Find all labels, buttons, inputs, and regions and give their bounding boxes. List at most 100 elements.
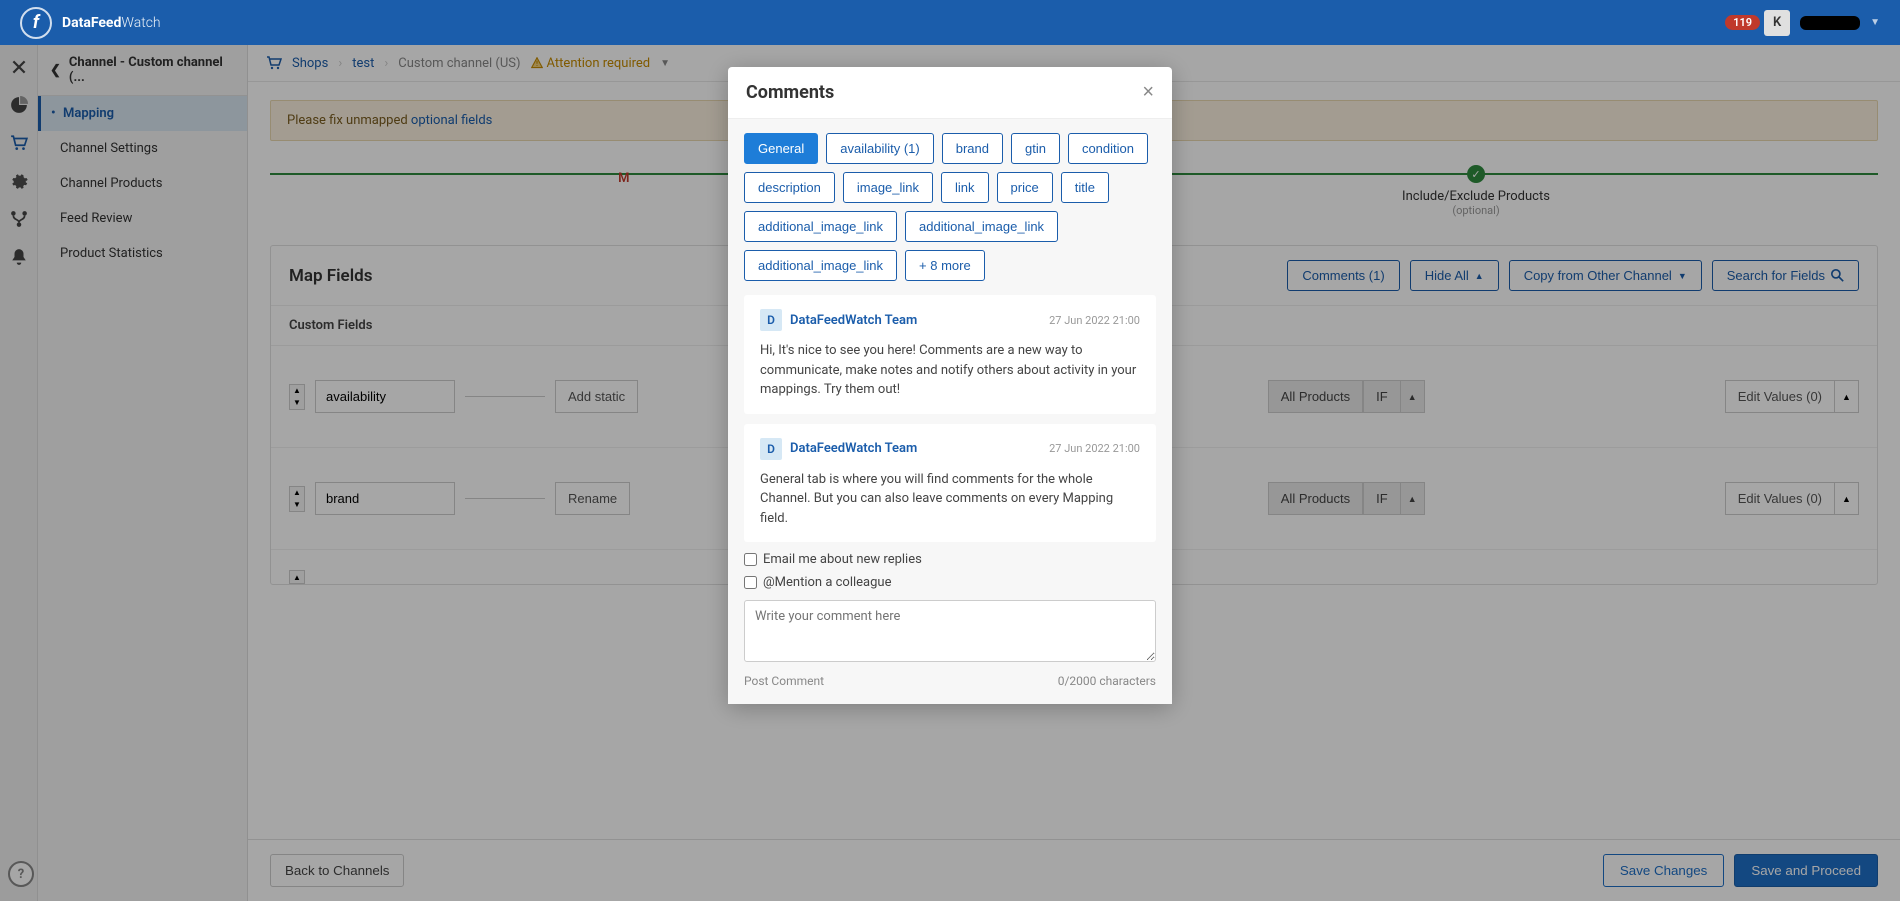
mention-colleague-checkbox[interactable]: @Mention a colleague [744, 575, 1156, 590]
help-button[interactable]: ? [8, 861, 34, 887]
field-order-stepper[interactable]: ▲ ▼ [289, 384, 305, 410]
tag-additional-image-link[interactable]: additional_image_link [905, 211, 1058, 242]
field-order-stepper[interactable]: ▲ ▼ [289, 486, 305, 512]
step-up-icon[interactable]: ▲ [290, 571, 304, 583]
cart-icon [266, 55, 282, 71]
hide-all-button[interactable]: Hide All ▲ [1410, 260, 1499, 291]
tag-link[interactable]: link [941, 172, 989, 203]
field-order-stepper[interactable]: ▲ [289, 570, 305, 584]
brand-logo[interactable]: f DataFeedWatch [20, 7, 161, 39]
field-name-input[interactable] [315, 380, 455, 413]
back-to-channels-button[interactable]: Back to Channels [270, 854, 404, 887]
bell-icon[interactable] [9, 247, 29, 267]
char-count: 0/2000 characters [1058, 674, 1156, 688]
edit-values-button[interactable]: Edit Values (0) [1725, 482, 1835, 515]
comment-tag-list: General availability (1) brand gtin cond… [744, 133, 1156, 281]
comment-timestamp: 27 Jun 2022 21:00 [1049, 314, 1140, 327]
edit-values-button[interactable]: Edit Values (0) [1725, 380, 1835, 413]
close-icon[interactable] [9, 57, 29, 77]
comment-body: General tab is where you will find comme… [760, 470, 1140, 529]
cart-icon[interactable] [9, 133, 29, 153]
logo-icon: f [20, 7, 52, 39]
attention-warning: Attention required [531, 56, 651, 71]
if-button[interactable]: IF [1363, 482, 1401, 515]
sidebar-item-channel-settings[interactable]: Channel Settings [38, 131, 247, 166]
progress-step-include: Include/Exclude Products [1402, 189, 1550, 204]
tag-condition[interactable]: condition [1068, 133, 1148, 164]
breadcrumb-shops[interactable]: Shops [292, 56, 328, 71]
notification-badge[interactable]: 119 [1725, 15, 1760, 30]
edit-caret-button[interactable]: ▲ [1835, 380, 1859, 413]
checkbox-input[interactable] [744, 576, 757, 589]
tag-additional-image-link[interactable]: additional_image_link [744, 211, 897, 242]
filter-button[interactable]: All Products [1268, 380, 1363, 413]
comment-timestamp: 27 Jun 2022 21:00 [1049, 442, 1140, 455]
comment-avatar: D [760, 309, 782, 331]
filter-caret-button[interactable]: ▲ [1401, 380, 1425, 413]
gear-icon[interactable] [9, 171, 29, 191]
step-down-icon[interactable]: ▼ [290, 499, 304, 511]
sidebar-item-feed-review[interactable]: Feed Review [38, 201, 247, 236]
sidebar-item-channel-products[interactable]: Channel Products [38, 166, 247, 201]
breadcrumb-dropdown-icon[interactable]: ▼ [660, 58, 670, 69]
sidebar-item-mapping[interactable]: Mapping [38, 96, 247, 131]
step-up-icon[interactable]: ▲ [290, 385, 304, 397]
tag-availability[interactable]: availability (1) [826, 133, 933, 164]
field-action-button[interactable]: Add static [555, 380, 638, 413]
comment-item: D DataFeedWatch Team 27 Jun 2022 21:00 H… [744, 295, 1156, 414]
branch-icon[interactable] [9, 209, 29, 229]
icon-rail [0, 45, 38, 901]
tag-gtin[interactable]: gtin [1011, 133, 1060, 164]
tag-description[interactable]: description [744, 172, 835, 203]
progress-step-map: M [618, 171, 629, 186]
filter-button[interactable]: All Products [1268, 482, 1363, 515]
save-changes-button[interactable]: Save Changes [1603, 854, 1724, 887]
sidebar-back[interactable]: ❮ Channel - Custom channel (... [38, 45, 247, 96]
tag-additional-image-link[interactable]: additional_image_link [744, 250, 897, 281]
comment-textarea[interactable] [744, 600, 1156, 662]
tag-general[interactable]: General [744, 133, 818, 164]
edit-caret-button[interactable]: ▲ [1835, 482, 1859, 515]
tag-image-link[interactable]: image_link [843, 172, 933, 203]
copy-from-channel-button[interactable]: Copy from Other Channel ▼ [1509, 260, 1702, 291]
optional-fields-link[interactable]: optional fields [411, 113, 492, 128]
user-name [1800, 16, 1860, 30]
tag-price[interactable]: price [997, 172, 1053, 203]
user-menu-caret-icon[interactable]: ▼ [1870, 17, 1880, 28]
caret-up-icon: ▲ [1475, 271, 1484, 281]
sidebar-title: Channel - Custom channel (... [69, 55, 235, 85]
step-up-icon[interactable]: ▲ [290, 487, 304, 499]
tag-title[interactable]: title [1061, 172, 1109, 203]
search-fields-button[interactable]: Search for Fields [1712, 260, 1859, 291]
pie-chart-icon[interactable] [9, 95, 29, 115]
if-button[interactable]: IF [1363, 380, 1401, 413]
brand-name: DataFeedWatch [62, 15, 161, 31]
warning-icon [531, 57, 543, 69]
tag-brand[interactable]: brand [942, 133, 1003, 164]
save-proceed-button[interactable]: Save and Proceed [1734, 854, 1878, 887]
modal-title: Comments [746, 82, 834, 103]
field-name-input[interactable] [315, 482, 455, 515]
email-replies-checkbox[interactable]: Email me about new replies [744, 552, 1156, 567]
footer-bar: Back to Channels Save Changes Save and P… [248, 839, 1900, 901]
close-icon[interactable]: × [1142, 81, 1154, 104]
tag-more[interactable]: + 8 more [905, 250, 985, 281]
map-fields-title: Map Fields [289, 266, 372, 286]
chevron-left-icon: ❮ [50, 63, 61, 78]
checkbox-input[interactable] [744, 553, 757, 566]
breadcrumb-channel: Custom channel (US) [398, 56, 520, 71]
filter-caret-button[interactable]: ▲ [1401, 482, 1425, 515]
field-action-button[interactable]: Rename [555, 482, 630, 515]
caret-down-icon: ▼ [1678, 271, 1687, 281]
sidebar: ❮ Channel - Custom channel (... Mapping … [38, 45, 248, 901]
comments-modal: Comments × General availability (1) bran… [728, 67, 1172, 704]
step-down-icon[interactable]: ▼ [290, 397, 304, 409]
comments-button[interactable]: Comments (1) [1287, 260, 1399, 291]
comment-item: D DataFeedWatch Team 27 Jun 2022 21:00 G… [744, 424, 1156, 543]
post-comment-button[interactable]: Post Comment [744, 674, 824, 688]
breadcrumb-test[interactable]: test [352, 56, 374, 71]
user-avatar[interactable]: K [1764, 10, 1790, 36]
search-icon [1831, 269, 1844, 282]
sidebar-item-product-statistics[interactable]: Product Statistics [38, 236, 247, 271]
progress-check-icon: ✓ [1467, 165, 1485, 183]
